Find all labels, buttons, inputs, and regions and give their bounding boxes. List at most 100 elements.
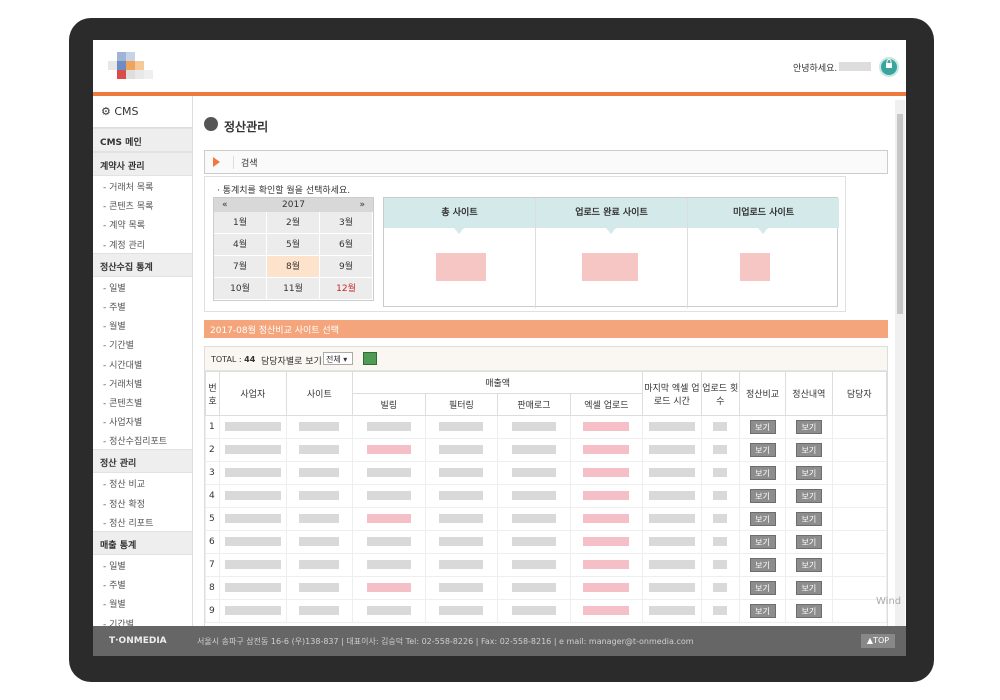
month-cell[interactable]: 11월	[267, 278, 320, 300]
site-cell	[285, 576, 354, 600]
redacted-value	[299, 560, 340, 569]
lock-icon[interactable]	[879, 57, 899, 77]
compare-view-button[interactable]: 보기	[749, 604, 776, 618]
detail-view-button[interactable]: 보기	[795, 443, 822, 457]
sidebar-item[interactable]: - 시간대별	[93, 354, 192, 373]
month-cell[interactable]: 6월	[320, 234, 373, 256]
sidebar-item[interactable]: - 일별	[93, 277, 192, 296]
table-row: 6 보기 보기	[204, 530, 888, 554]
detail-view-button[interactable]: 보기	[795, 581, 822, 595]
footer-address: 서울시 송파구 삼전동 16-6 (우)138-837 | 대표이사: 김승덕 …	[197, 637, 694, 646]
redacted-value	[511, 491, 556, 500]
detail-view-button[interactable]: 보기	[795, 512, 822, 526]
month-cell[interactable]: 10월	[214, 278, 267, 300]
upload-count-cell	[700, 415, 740, 439]
filtering-cell	[424, 553, 499, 577]
vertical-scrollbar[interactable]	[895, 100, 905, 626]
sidebar-item[interactable]: - 사업자별	[93, 411, 192, 430]
detail-view-button[interactable]: 보기	[795, 489, 822, 503]
footer: T·ONMEDIA 서울시 송파구 삼전동 16-6 (우)138-837 | …	[93, 626, 906, 656]
sidebar-item[interactable]: - 월별	[93, 315, 192, 334]
redacted-value	[511, 606, 556, 615]
table-body: 1 보기 보기 2 보기 보기 3 보기 보기 4 보기 보기 5 보기 보기 6 보기 보기 7 보기 보기 8 보기 보기…	[204, 415, 888, 623]
month-cell[interactable]: 2월	[267, 212, 320, 234]
excel-upload-cell	[569, 438, 644, 462]
compare-view-button[interactable]: 보기	[749, 489, 776, 503]
redacted-value	[648, 583, 695, 592]
compare-view-button[interactable]: 보기	[749, 420, 776, 434]
redacted-value	[224, 422, 281, 431]
upload-count-cell	[700, 484, 740, 508]
main-content: 정산관리 검색 · 통계치를 확인할 월을 선택하세요. « 2017 » 1월…	[194, 96, 893, 626]
company-cell	[219, 484, 287, 508]
month-cell[interactable]: 1월	[214, 212, 267, 234]
compare-cell: 보기	[738, 576, 787, 600]
billing-cell	[352, 438, 426, 462]
redacted-value	[648, 468, 695, 477]
manager-cell	[831, 507, 888, 531]
month-cell[interactable]: 5월	[267, 234, 320, 256]
detail-cell: 보기	[785, 507, 833, 531]
detail-view-button[interactable]: 보기	[795, 604, 822, 618]
manager-cell	[831, 415, 888, 439]
prev-year-button[interactable]: «	[222, 200, 228, 210]
manager-filter-select[interactable]: 전체 ▾	[323, 352, 353, 365]
detail-cell: 보기	[785, 415, 833, 439]
month-cell[interactable]: 4월	[214, 234, 267, 256]
excel-upload-cell	[569, 484, 644, 508]
sidebar-item[interactable]: - 주별	[93, 574, 192, 593]
sidebar-section[interactable]: CMS 메인	[93, 128, 192, 152]
month-cell[interactable]: 12월	[320, 278, 373, 300]
compare-view-button[interactable]: 보기	[749, 581, 776, 595]
redacted-value	[299, 537, 340, 546]
col-sales: 매출액	[352, 371, 644, 394]
filtering-cell	[424, 599, 499, 623]
col-filtering: 필터링	[424, 393, 499, 416]
detail-view-button[interactable]: 보기	[795, 558, 822, 572]
month-cell[interactable]: 7월	[214, 256, 267, 278]
search-toggle-bar[interactable]: 검색	[204, 150, 888, 174]
detail-view-button[interactable]: 보기	[795, 535, 822, 549]
settlement-table-wrap: TOTAL : 44 담당자별로 보기 : 전체 ▾ 번호 사업자 사이트 매출…	[204, 346, 888, 626]
next-year-button[interactable]: »	[359, 200, 365, 210]
compare-view-button[interactable]: 보기	[749, 535, 776, 549]
site-cell	[285, 415, 354, 439]
month-cell[interactable]: 8월	[267, 256, 320, 278]
sidebar-item[interactable]: - 정산 비교	[93, 473, 192, 492]
table-toolbar: TOTAL : 44 담당자별로 보기 : 전체 ▾	[205, 347, 887, 371]
scrollbar-thumb[interactable]	[897, 114, 903, 314]
sidebar-item[interactable]: - 주별	[93, 296, 192, 315]
redacted-value	[299, 583, 340, 592]
sidebar-item[interactable]: - 거래처 목록	[93, 176, 192, 195]
back-to-top-button[interactable]: ▲TOP	[861, 634, 895, 648]
sidebar-item[interactable]: - 기간별	[93, 613, 192, 626]
sidebar-item[interactable]: - 계정 관리	[93, 234, 192, 253]
sidebar-item[interactable]: - 거래처별	[93, 373, 192, 392]
sidebar-section[interactable]: 정산 관리	[93, 449, 192, 474]
sidebar-item[interactable]: - 정산수집리포트	[93, 430, 192, 449]
sidebar-section[interactable]: 계약사 관리	[93, 152, 192, 176]
sidebar-item[interactable]: - 정산 리포트	[93, 512, 192, 531]
compare-view-button[interactable]: 보기	[749, 443, 776, 457]
sidebar-item[interactable]: - 월별	[93, 593, 192, 612]
excel-export-icon[interactable]	[363, 352, 377, 365]
sidebar-item[interactable]: - 콘텐츠 목록	[93, 195, 192, 214]
col-company: 사업자	[219, 371, 287, 416]
sidebar-section[interactable]: 정산수집 통계	[93, 252, 192, 277]
sidebar-item[interactable]: - 정산 확정	[93, 493, 192, 512]
sidebar-item[interactable]: - 일별	[93, 555, 192, 574]
sidebar-item[interactable]: - 콘텐츠별	[93, 392, 192, 411]
sidebar-section[interactable]: 매출 통계	[93, 531, 192, 555]
compare-view-button[interactable]: 보기	[749, 512, 776, 526]
month-cell[interactable]: 3월	[320, 212, 373, 234]
month-cell[interactable]: 9월	[320, 256, 373, 278]
detail-view-button[interactable]: 보기	[795, 466, 822, 480]
stat-value-redacted	[740, 253, 770, 281]
search-label: 검색	[233, 156, 258, 169]
detail-view-button[interactable]: 보기	[795, 420, 822, 434]
compare-view-button[interactable]: 보기	[749, 558, 776, 572]
sidebar-item[interactable]: - 기간별	[93, 334, 192, 353]
upload-count-cell	[700, 576, 740, 600]
sidebar-item[interactable]: - 계약 목록	[93, 214, 192, 233]
compare-view-button[interactable]: 보기	[749, 466, 776, 480]
